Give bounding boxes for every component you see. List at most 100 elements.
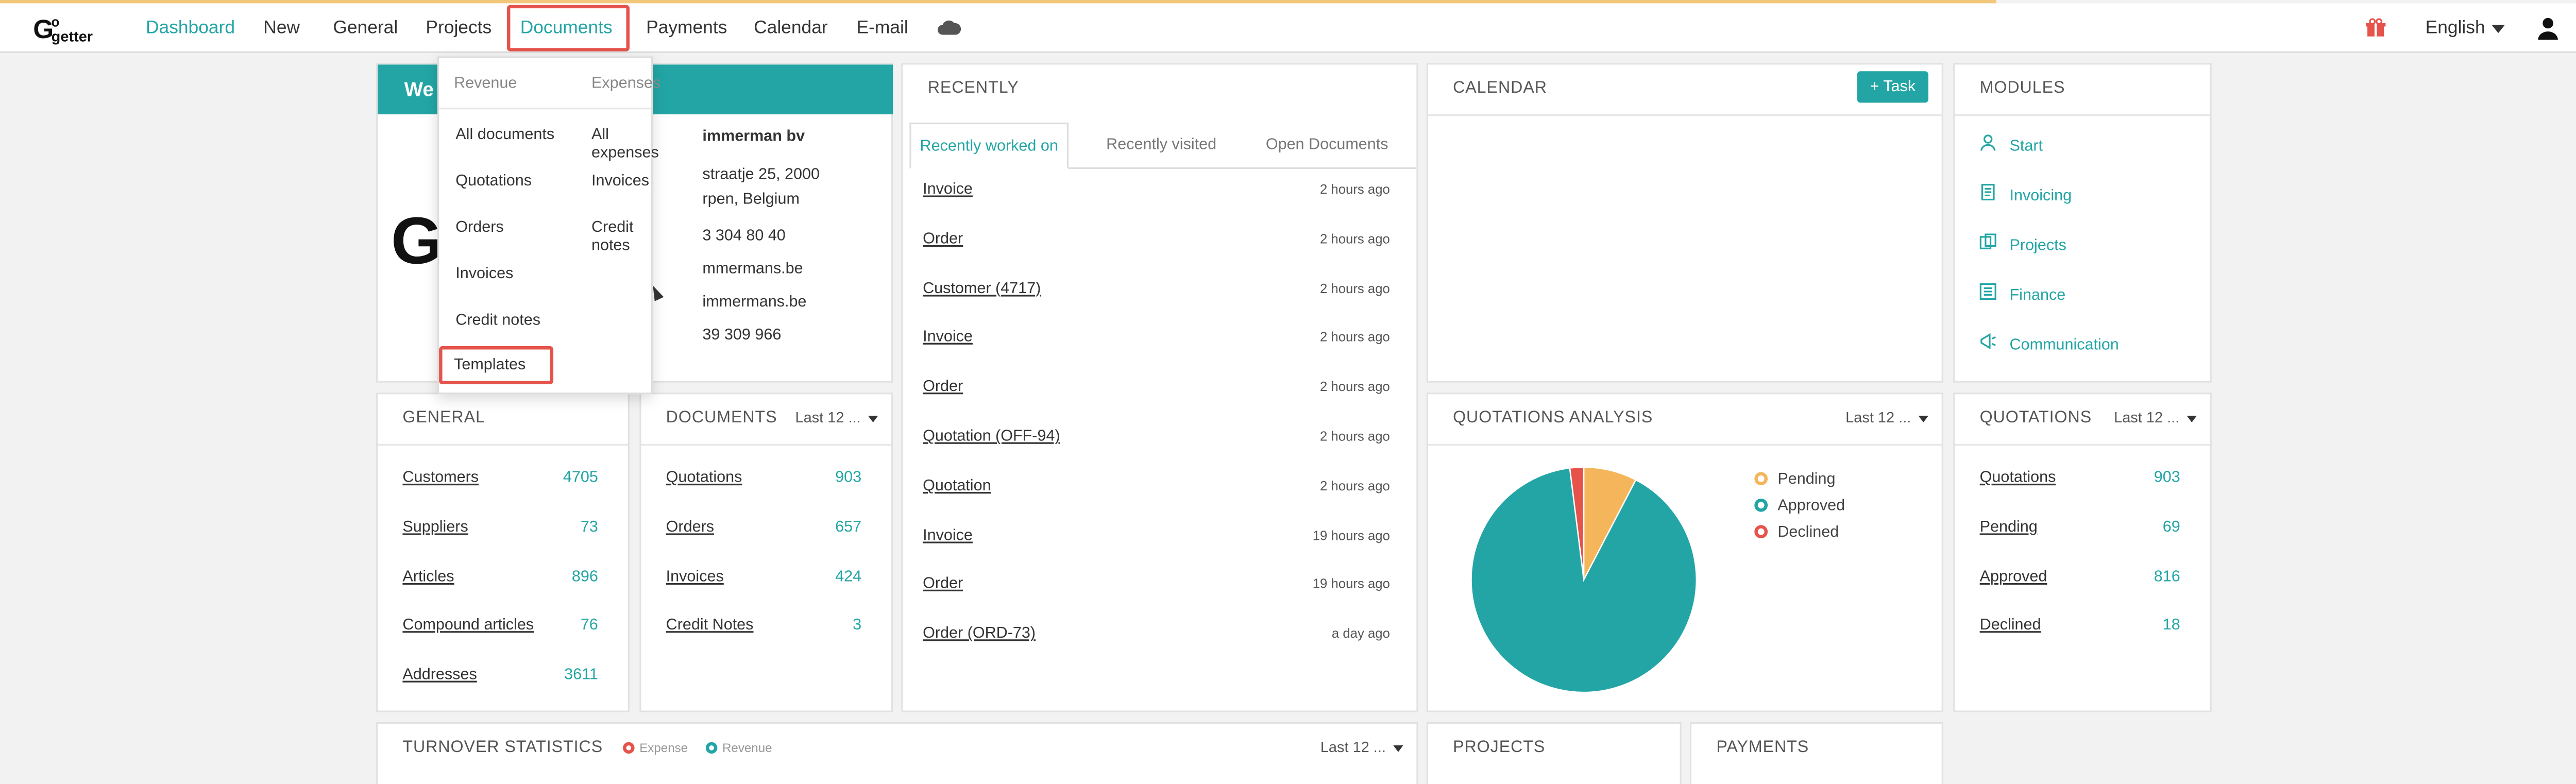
- module-projects[interactable]: Projects: [1979, 233, 2066, 255]
- dropdown-expense-invoices[interactable]: Invoices: [591, 172, 649, 190]
- quotations-row[interactable]: Quotations 903: [1980, 469, 2180, 487]
- recent-row-label[interactable]: Order: [923, 378, 963, 396]
- dropdown-expense-credit-notes[interactable]: Credit notes: [591, 218, 651, 255]
- general-row-label[interactable]: Addresses: [402, 666, 477, 684]
- module-start[interactable]: Start: [1980, 134, 2043, 156]
- language-select[interactable]: English: [2426, 3, 2505, 53]
- documents-period-filter[interactable]: Last 12 ...: [795, 409, 877, 425]
- nav-email[interactable]: E-mail: [856, 3, 908, 53]
- gift-icon[interactable]: [2365, 3, 2386, 53]
- tab-recently-visited[interactable]: Recently visited: [1080, 123, 1243, 169]
- turnover-legend-expense[interactable]: Expense: [623, 740, 688, 755]
- cloud-icon[interactable]: [938, 3, 961, 53]
- quotations-row-value: 816: [2154, 567, 2180, 586]
- recent-row[interactable]: Quotation (OFF-94) 2 hours ago: [923, 428, 1390, 446]
- dropdown-all-expenses[interactable]: All expenses: [591, 126, 659, 162]
- documents-row-label[interactable]: Credit Notes: [666, 617, 754, 635]
- dropdown-quotations[interactable]: Quotations: [455, 172, 532, 190]
- dropdown-orders[interactable]: Orders: [455, 218, 503, 236]
- module-invoicing[interactable]: Invoicing: [1980, 183, 2072, 206]
- nav-projects[interactable]: Projects: [426, 3, 492, 53]
- recent-row-label[interactable]: Invoice: [923, 526, 973, 544]
- quotations-title: QUOTATIONS: [1979, 409, 2092, 428]
- payments-title: PAYMENTS: [1716, 739, 1809, 757]
- quotations-row-label[interactable]: Quotations: [1980, 469, 2056, 487]
- tab-open-documents[interactable]: Open Documents: [1244, 123, 1410, 169]
- turnover-legend-revenue[interactable]: Revenue: [705, 740, 772, 755]
- general-row-label[interactable]: Suppliers: [402, 518, 468, 536]
- quotations-analysis-period-filter[interactable]: Last 12 ...: [1845, 409, 1928, 425]
- dropdown-templates[interactable]: Templates: [439, 346, 554, 385]
- documents-row-label[interactable]: Quotations: [666, 469, 742, 487]
- module-communication[interactable]: Communication: [1980, 333, 2119, 354]
- quotations-row-label[interactable]: Pending: [1980, 518, 2038, 536]
- recent-row-label[interactable]: Quotation: [923, 476, 991, 495]
- recent-row[interactable]: Order 19 hours ago: [923, 575, 1390, 593]
- documents-row[interactable]: Credit Notes 3: [666, 617, 861, 635]
- turnover-period-filter[interactable]: Last 12 ...: [1320, 739, 1403, 755]
- dropdown-invoices[interactable]: Invoices: [455, 265, 513, 283]
- documents-row-label[interactable]: Orders: [666, 518, 714, 536]
- recent-row[interactable]: Invoice 2 hours ago: [923, 181, 1390, 199]
- recent-row[interactable]: Invoice 2 hours ago: [923, 329, 1390, 347]
- documents-row-value: 3: [853, 617, 862, 635]
- recently-title: RECENTLY: [927, 79, 1019, 98]
- quotations-analysis-panel: QUOTATIONS ANALYSIS Last 12 ...: [1426, 393, 1943, 712]
- recent-row-label[interactable]: Quotation (OFF-94): [923, 428, 1060, 446]
- documents-row[interactable]: Orders 657: [666, 518, 861, 536]
- recent-row[interactable]: Order (ORD-73) a day ago: [923, 625, 1390, 643]
- quotations-period-filter[interactable]: Last 12 ...: [2114, 409, 2196, 425]
- quotations-row[interactable]: Declined 18: [1980, 617, 2180, 635]
- recent-row-label[interactable]: Invoice: [923, 329, 973, 347]
- recent-row-label[interactable]: Order (ORD-73): [923, 625, 1036, 643]
- general-row[interactable]: Compound articles 76: [402, 617, 598, 635]
- recent-row[interactable]: Quotation 2 hours ago: [923, 476, 1390, 495]
- turnover-title: TURNOVER STATISTICS: [402, 739, 603, 757]
- company-email[interactable]: mmermans.be: [702, 260, 803, 278]
- recent-row[interactable]: Customer (4717) 2 hours ago: [923, 279, 1390, 297]
- general-row-label[interactable]: Customers: [402, 469, 479, 487]
- recent-row-time: 2 hours ago: [1319, 379, 1390, 395]
- recent-row[interactable]: Invoice 19 hours ago: [923, 526, 1390, 544]
- recent-row[interactable]: Order 2 hours ago: [923, 378, 1390, 396]
- nav-general[interactable]: General: [333, 3, 398, 53]
- add-task-button[interactable]: + Task: [1857, 71, 1928, 103]
- modules-title: MODULES: [1979, 79, 2065, 98]
- quotations-row-label[interactable]: Declined: [1980, 617, 2041, 635]
- documents-row-label[interactable]: Invoices: [666, 568, 724, 586]
- nav-dashboard[interactable]: Dashboard: [146, 3, 235, 53]
- recent-row-label[interactable]: Customer (4717): [923, 279, 1041, 297]
- documents-dropdown-menu: Revenue Expenses All documents Quotation…: [437, 56, 660, 395]
- documents-row[interactable]: Quotations 903: [666, 469, 861, 487]
- recent-row-label[interactable]: Order: [923, 230, 963, 248]
- user-avatar-icon[interactable]: [2536, 3, 2560, 53]
- modules-divider: [1955, 114, 2210, 116]
- documents-row[interactable]: Invoices 424: [666, 568, 861, 586]
- general-row[interactable]: Addresses 3611: [402, 666, 598, 684]
- legend-pending-label: Pending: [1777, 470, 1836, 489]
- general-row-label[interactable]: Articles: [402, 568, 454, 586]
- legend-approved-dot: [1754, 498, 1768, 512]
- quotations-row-label[interactable]: Approved: [1980, 568, 2047, 586]
- module-finance[interactable]: Finance: [1979, 283, 2065, 305]
- recent-row-label[interactable]: Order: [923, 575, 963, 593]
- general-row[interactable]: Articles 896: [402, 568, 598, 586]
- nav-new[interactable]: New: [263, 3, 300, 53]
- dropdown-credit-notes[interactable]: Credit notes: [455, 312, 540, 330]
- quotations-row[interactable]: Approved 816: [1980, 568, 2180, 586]
- nav-payments[interactable]: Payments: [646, 3, 727, 53]
- nav-documents[interactable]: Documents: [506, 5, 630, 52]
- general-row[interactable]: Customers 4705: [402, 469, 598, 487]
- general-row-label[interactable]: Compound articles: [402, 617, 534, 635]
- quotations-row[interactable]: Pending 69: [1980, 518, 2180, 536]
- gogetter-logo[interactable]: G o getter: [33, 12, 116, 45]
- dropdown-all-documents[interactable]: All documents: [455, 126, 554, 144]
- recent-row[interactable]: Order 2 hours ago: [923, 230, 1390, 248]
- tab-recently-worked-on[interactable]: Recently worked on: [909, 122, 1069, 169]
- nav-calendar[interactable]: Calendar: [754, 3, 828, 53]
- general-row[interactable]: Suppliers 73: [402, 518, 598, 536]
- company-website[interactable]: immermans.be: [702, 293, 806, 311]
- recent-row-label[interactable]: Invoice: [923, 181, 973, 199]
- quotations-filter-label: Last 12 ...: [2114, 409, 2180, 426]
- general-row-value: 896: [571, 567, 598, 586]
